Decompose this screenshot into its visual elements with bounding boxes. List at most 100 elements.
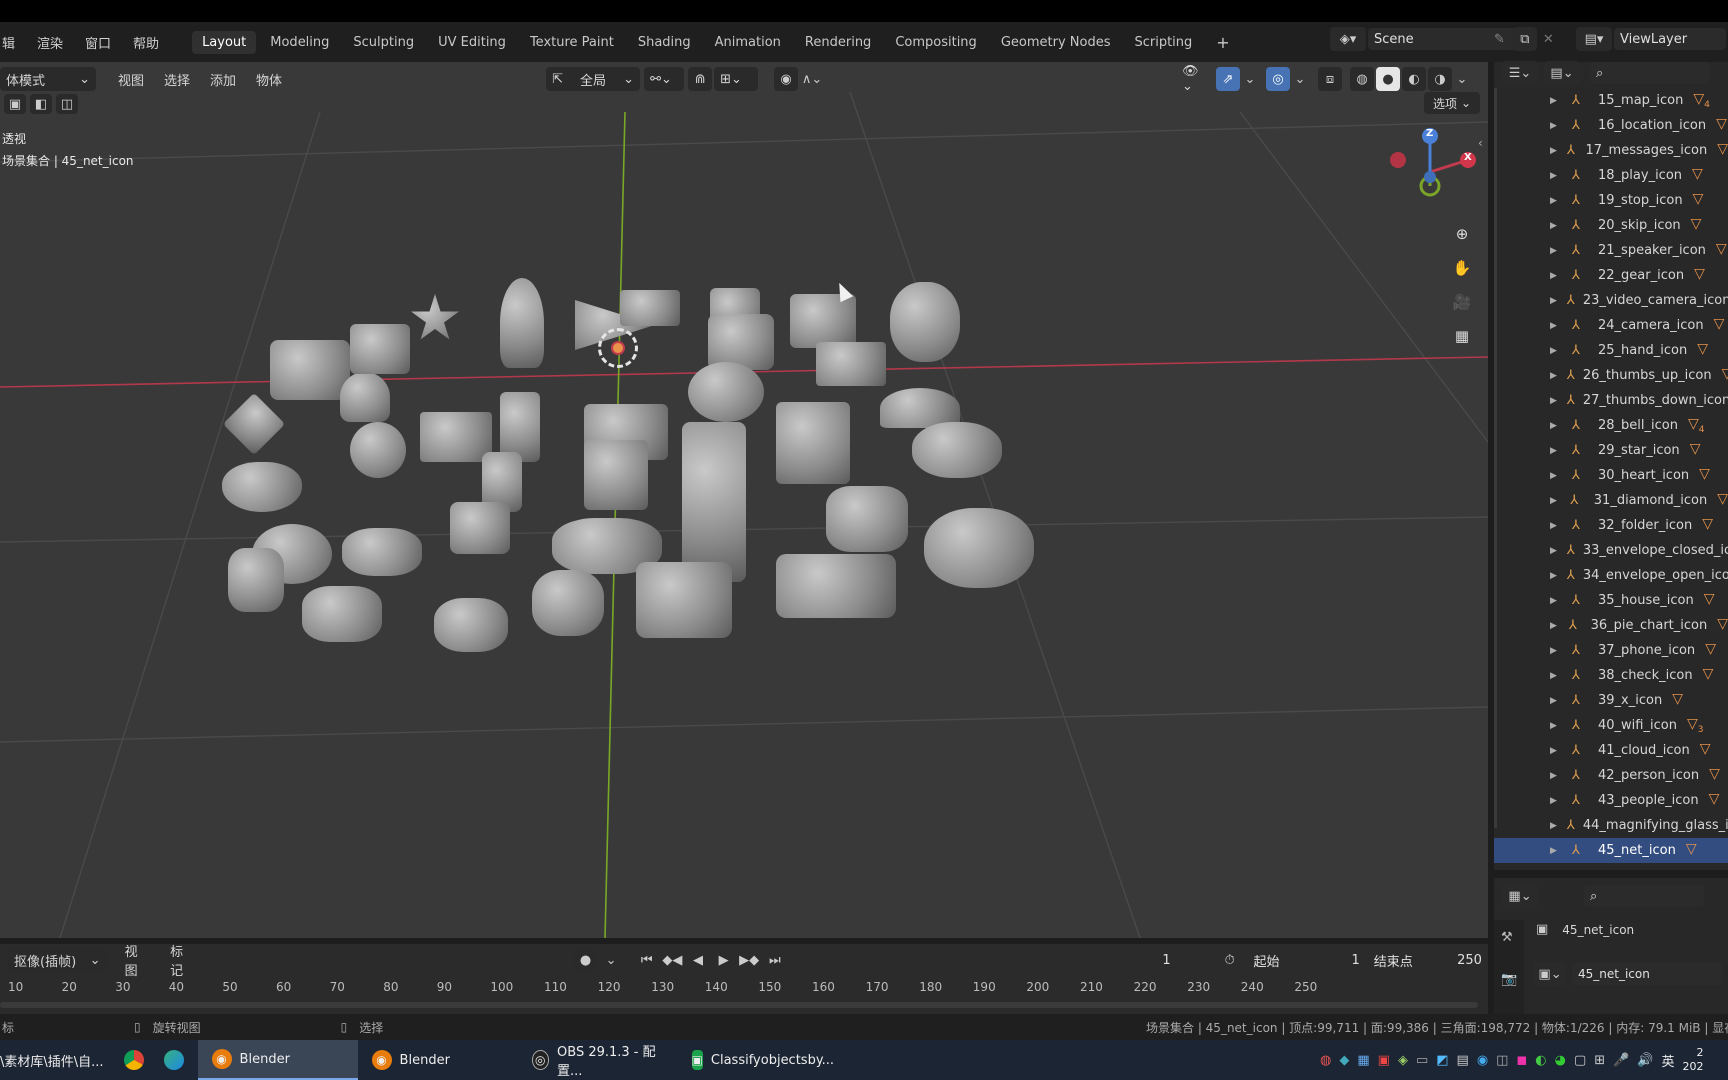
outliner-item[interactable]: ▶ ⅄ 24_camera_icon ▽ [1494, 313, 1728, 338]
tray-icon-9[interactable]: ◉ [1477, 1053, 1488, 1068]
expand-triangle-icon[interactable]: ▶ [1550, 246, 1562, 256]
outliner-item[interactable]: ▶ ⅄ 18_play_icon ▽ [1494, 163, 1728, 188]
menu-view[interactable]: 视图 [108, 70, 154, 89]
thumbs-down-object[interactable] [434, 598, 508, 652]
mesh-data-icon[interactable]: ▽ [1709, 791, 1720, 810]
viewlayer-name-field[interactable]: ViewLayer [1614, 28, 1726, 50]
expand-triangle-icon[interactable]: ▶ [1550, 96, 1562, 106]
expand-triangle-icon[interactable]: ▶ [1550, 646, 1562, 656]
thumbs-up-object[interactable] [302, 586, 382, 642]
mesh-data-icon[interactable]: ▽ [1672, 691, 1683, 710]
taskbar-blender-1[interactable]: ◉ Blender [197, 1040, 358, 1080]
expand-triangle-icon[interactable]: ▶ [1550, 396, 1557, 406]
envelope-open-object[interactable] [420, 412, 492, 462]
outliner-item[interactable]: ▶ ⅄ 28_bell_icon ▽4 [1494, 413, 1728, 438]
mesh-data-icon[interactable]: ▽ [1716, 116, 1727, 135]
outliner-item[interactable]: ▶ ⅄ 29_star_icon ▽ [1494, 438, 1728, 463]
expand-triangle-icon[interactable]: ▶ [1550, 571, 1557, 581]
expand-triangle-icon[interactable]: ▶ [1550, 496, 1560, 506]
menu-window[interactable]: 窗口 [74, 33, 122, 52]
pin-icon[interactable]: ✎ [1494, 32, 1505, 47]
outliner-item[interactable]: ▶ ⅄ 40_wifi_icon ▽3 [1494, 713, 1728, 738]
outliner-item[interactable]: ▶ ⅄ 35_house_icon ▽ [1494, 588, 1728, 613]
expand-triangle-icon[interactable]: ▶ [1550, 221, 1562, 231]
solid-shading-icon[interactable]: ● [1376, 67, 1400, 91]
tray-icon-12[interactable]: ◐ [1535, 1053, 1546, 1068]
mesh-data-icon[interactable]: ▽ [1692, 166, 1703, 185]
expand-triangle-icon[interactable]: ▶ [1550, 371, 1557, 381]
outliner-scrollbar[interactable] [1494, 88, 1497, 828]
outliner-item[interactable]: ▶ ⅄ 41_cloud_icon ▽ [1494, 738, 1728, 763]
expand-triangle-icon[interactable]: ▶ [1550, 746, 1562, 756]
video-camera-object[interactable] [776, 554, 896, 618]
mesh-data-icon[interactable]: ▽ [1704, 591, 1715, 610]
tray-icon-3[interactable]: ▦ [1357, 1053, 1369, 1068]
outliner-item[interactable]: ▶ ⅄ 16_location_icon ▽ [1494, 113, 1728, 138]
wechat-icon[interactable]: ◕ [1555, 1053, 1566, 1068]
add-workspace-button[interactable]: + [1206, 29, 1239, 56]
expand-triangle-icon[interactable]: ▶ [1550, 121, 1562, 131]
language-indicator[interactable]: 英 [1662, 1051, 1675, 1070]
mesh-data-icon[interactable]: ▽ [1686, 841, 1697, 860]
taskbar-explorer[interactable]: \素材库\插件\自... [0, 1040, 118, 1080]
person-search-object[interactable] [924, 508, 1034, 588]
menu-select[interactable]: 选择 [154, 70, 200, 89]
tray-icon-7[interactable]: ◩ [1436, 1053, 1448, 1068]
visibility-dropdown[interactable]: 👁⌄ [1176, 64, 1212, 94]
mesh-data-icon[interactable]: ▽ [1717, 616, 1728, 635]
gizmo-dropdown-icon[interactable]: ⌄ [1242, 67, 1258, 91]
taskbar-obs[interactable]: ◎ OBS 29.1.3 - 配置... [518, 1040, 678, 1080]
calendar-object[interactable] [350, 324, 410, 374]
outliner-item[interactable]: ▶⅄23_video_camera_icon▽ [1494, 288, 1728, 313]
phone-object[interactable] [228, 548, 284, 612]
properties-editor-icon[interactable]: ▦⌄ [1502, 884, 1538, 908]
outliner-item[interactable]: ▶ ⅄ 37_phone_icon ▽ [1494, 638, 1728, 663]
object-data-icon[interactable]: ▣⌄ [1534, 962, 1566, 986]
snap-target-dropdown[interactable]: ⊞⌄ [714, 67, 759, 91]
expand-triangle-icon[interactable]: ▶ [1550, 796, 1562, 806]
start-frame-field[interactable]: 起始 1 [1247, 949, 1366, 971]
keying-dropdown-icon[interactable]: ⌄ [599, 948, 623, 972]
outliner-item[interactable]: ▶ ⅄ 39_x_icon ▽ [1494, 688, 1728, 713]
scene-icon[interactable]: ◈▾ [1330, 27, 1366, 51]
object-data-field[interactable]: 45_net_icon [1572, 963, 1722, 985]
tab-animation[interactable]: Animation [705, 31, 791, 54]
mesh-data-icon[interactable]: ▽ [1717, 141, 1728, 160]
tab-scripting[interactable]: Scripting [1124, 31, 1202, 54]
location-object[interactable] [500, 278, 544, 368]
expand-triangle-icon[interactable]: ▶ [1550, 596, 1562, 606]
current-frame-field[interactable]: 1 [1123, 949, 1210, 971]
options-dropdown[interactable]: 选项 ⌄ [1424, 92, 1480, 114]
taskbar-blender-2[interactable]: ◉ Blender [358, 1040, 518, 1080]
tray-icon-15[interactable]: ⊞ [1594, 1053, 1605, 1068]
mesh-data-icon[interactable]: ▽ [1694, 266, 1705, 285]
tray-icon-8[interactable]: ▤ [1457, 1053, 1469, 1068]
mesh-data-icon[interactable]: ▽ [1705, 641, 1716, 660]
menu-render[interactable]: 渲染 [26, 33, 74, 52]
mesh-data-icon[interactable]: ▽ [1702, 516, 1713, 535]
viewlayer-icon[interactable]: ▤▾ [1576, 27, 1612, 51]
mesh-data-icon[interactable]: ▽ [1690, 441, 1701, 460]
playback-dropdown[interactable]: 抠像(插帧) ⌄ [8, 948, 107, 972]
hand-object[interactable] [532, 570, 604, 636]
gear-object[interactable] [342, 528, 422, 576]
tab-geometry-nodes[interactable]: Geometry Nodes [991, 31, 1121, 54]
editor-type-icon[interactable]: ☰⌄ [1502, 61, 1538, 85]
expand-triangle-icon[interactable]: ▶ [1550, 771, 1562, 781]
house-object[interactable] [270, 340, 350, 400]
jump-keyframe-back-icon[interactable]: ◆◀ [661, 948, 685, 972]
outliner-item[interactable]: ▶ ⅄ 20_skip_icon ▽ [1494, 213, 1728, 238]
mesh-data-icon[interactable]: ▽ [1700, 741, 1711, 760]
people-object[interactable] [890, 282, 960, 362]
tray-icon-1[interactable]: ◍ [1320, 1053, 1331, 1068]
pivot-dropdown[interactable]: ⚯⌄ [644, 67, 685, 91]
select-subtract-icon[interactable]: ◫ [56, 94, 78, 114]
snap-icon[interactable]: ⋒ [688, 67, 713, 91]
menu-edit[interactable]: 辑 [0, 33, 26, 52]
record-icon[interactable]: ● [573, 948, 598, 972]
display-mode-icon[interactable]: ▤⌄ [1544, 61, 1580, 85]
bell-object[interactable] [340, 372, 390, 422]
gauge-object[interactable] [584, 440, 648, 510]
expand-triangle-icon[interactable]: ▶ [1550, 621, 1559, 631]
mesh-data-icon[interactable]: ▽ [1716, 241, 1727, 260]
